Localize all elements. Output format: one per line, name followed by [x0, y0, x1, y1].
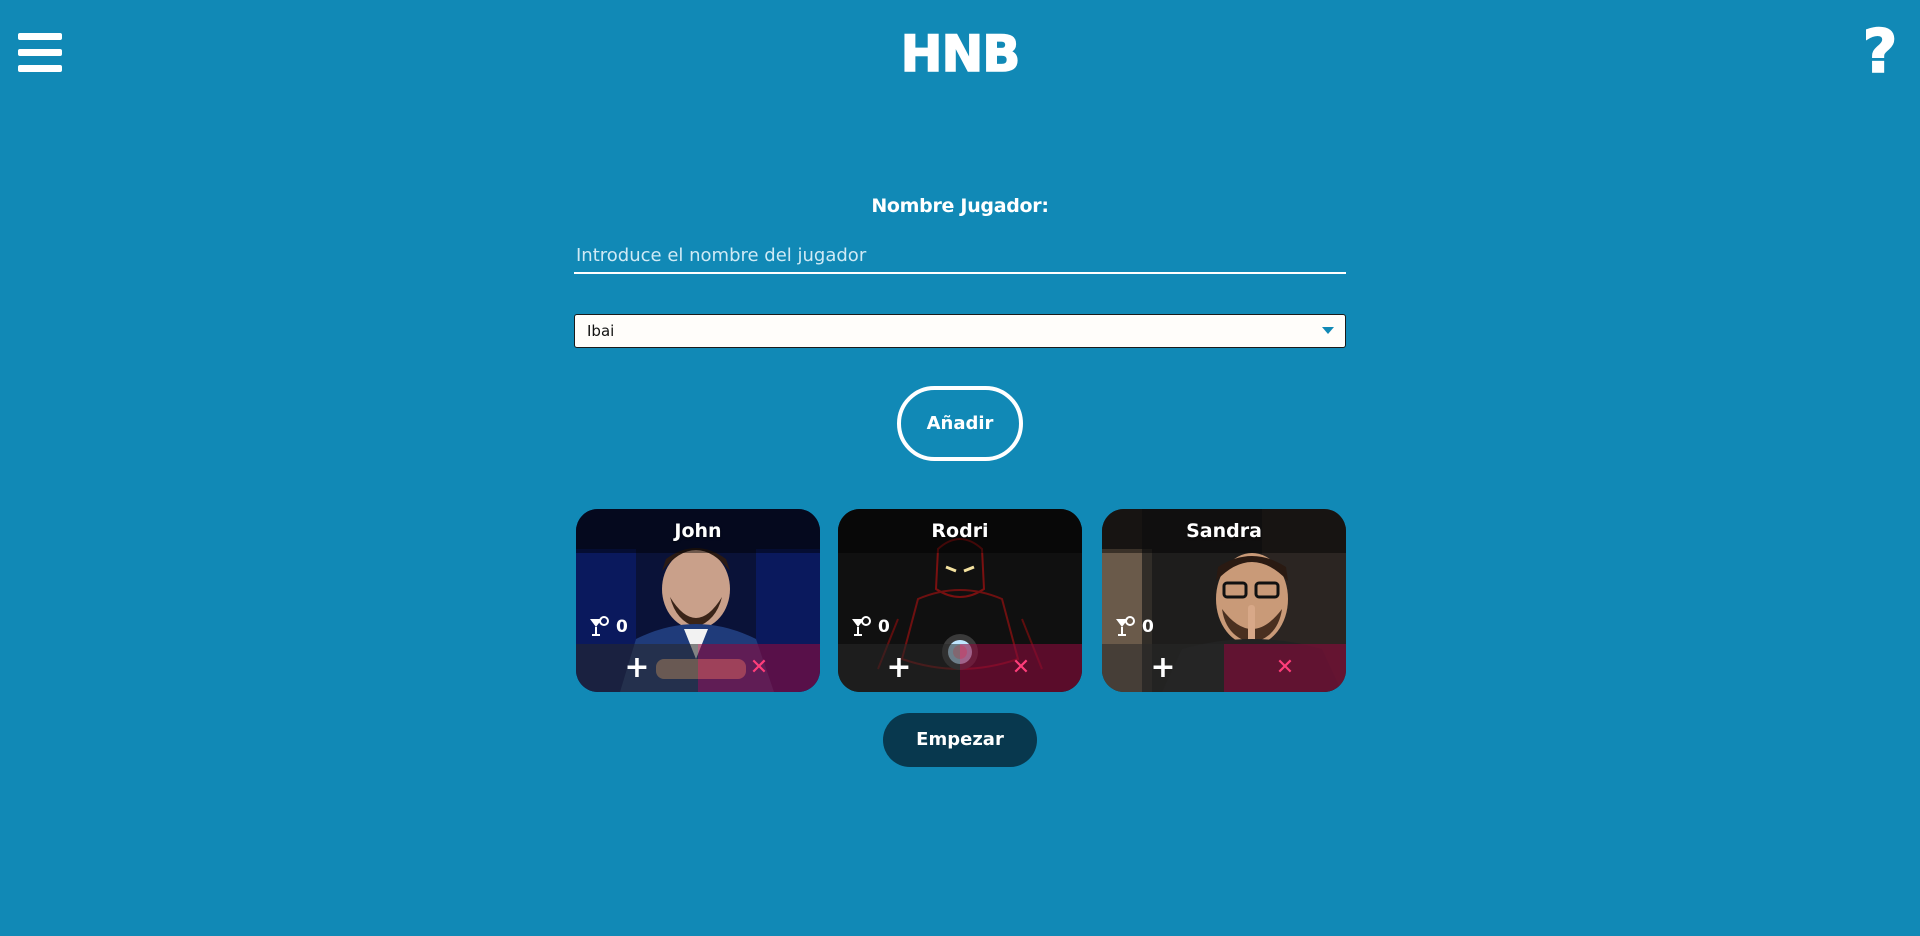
app-logo: HNB	[900, 24, 1021, 84]
cocktail-glass-icon	[1116, 616, 1135, 636]
player-cards: John 0 + ✕ Rodri 0 + ✕ Sandra 0 + ✕	[576, 509, 1346, 692]
player-name-label: Nombre Jugador:	[871, 195, 1049, 217]
add-drink-button[interactable]: +	[1102, 644, 1224, 692]
cocktail-glass-icon	[852, 616, 871, 636]
start-game-button[interactable]: Empezar	[883, 713, 1037, 767]
player-card: John 0 + ✕	[576, 509, 820, 692]
player-name-input[interactable]	[574, 242, 1346, 274]
card-actions: + ✕	[1102, 644, 1346, 692]
add-player-form: Nombre Jugador: Ibai Añadir	[574, 190, 1346, 461]
drink-count: 0	[878, 617, 890, 637]
remove-player-button[interactable]: ✕	[1224, 644, 1346, 692]
remove-player-button[interactable]: ✕	[698, 644, 820, 692]
cocktail-glass-icon	[590, 616, 609, 636]
player-name: Rodri	[931, 520, 989, 542]
character-select-wrapper[interactable]: Ibai	[574, 314, 1346, 348]
card-actions: + ✕	[838, 644, 1082, 692]
drink-counter: 0	[1114, 616, 1154, 638]
player-card: Sandra 0 + ✕	[1102, 509, 1346, 692]
add-player-button[interactable]: Añadir	[897, 386, 1023, 461]
drink-counter: 0	[850, 616, 890, 638]
app-page: HNB ? Nombre Jugador: Ibai Añadir	[0, 0, 1920, 936]
character-select[interactable]: Ibai	[574, 314, 1346, 348]
player-card: Rodri 0 + ✕	[838, 509, 1082, 692]
drink-counter: 0	[588, 616, 628, 638]
player-name: Sandra	[1186, 520, 1262, 542]
chevron-down-icon	[1322, 327, 1334, 334]
help-icon[interactable]: ?	[1860, 21, 1900, 83]
add-drink-button[interactable]: +	[576, 644, 698, 692]
card-actions: + ✕	[576, 644, 820, 692]
add-drink-button[interactable]: +	[838, 644, 960, 692]
player-name: John	[674, 520, 722, 542]
add-button-container: Añadir	[574, 386, 1346, 461]
remove-player-button[interactable]: ✕	[960, 644, 1082, 692]
drink-count: 0	[616, 617, 628, 637]
drink-count: 0	[1142, 617, 1154, 637]
